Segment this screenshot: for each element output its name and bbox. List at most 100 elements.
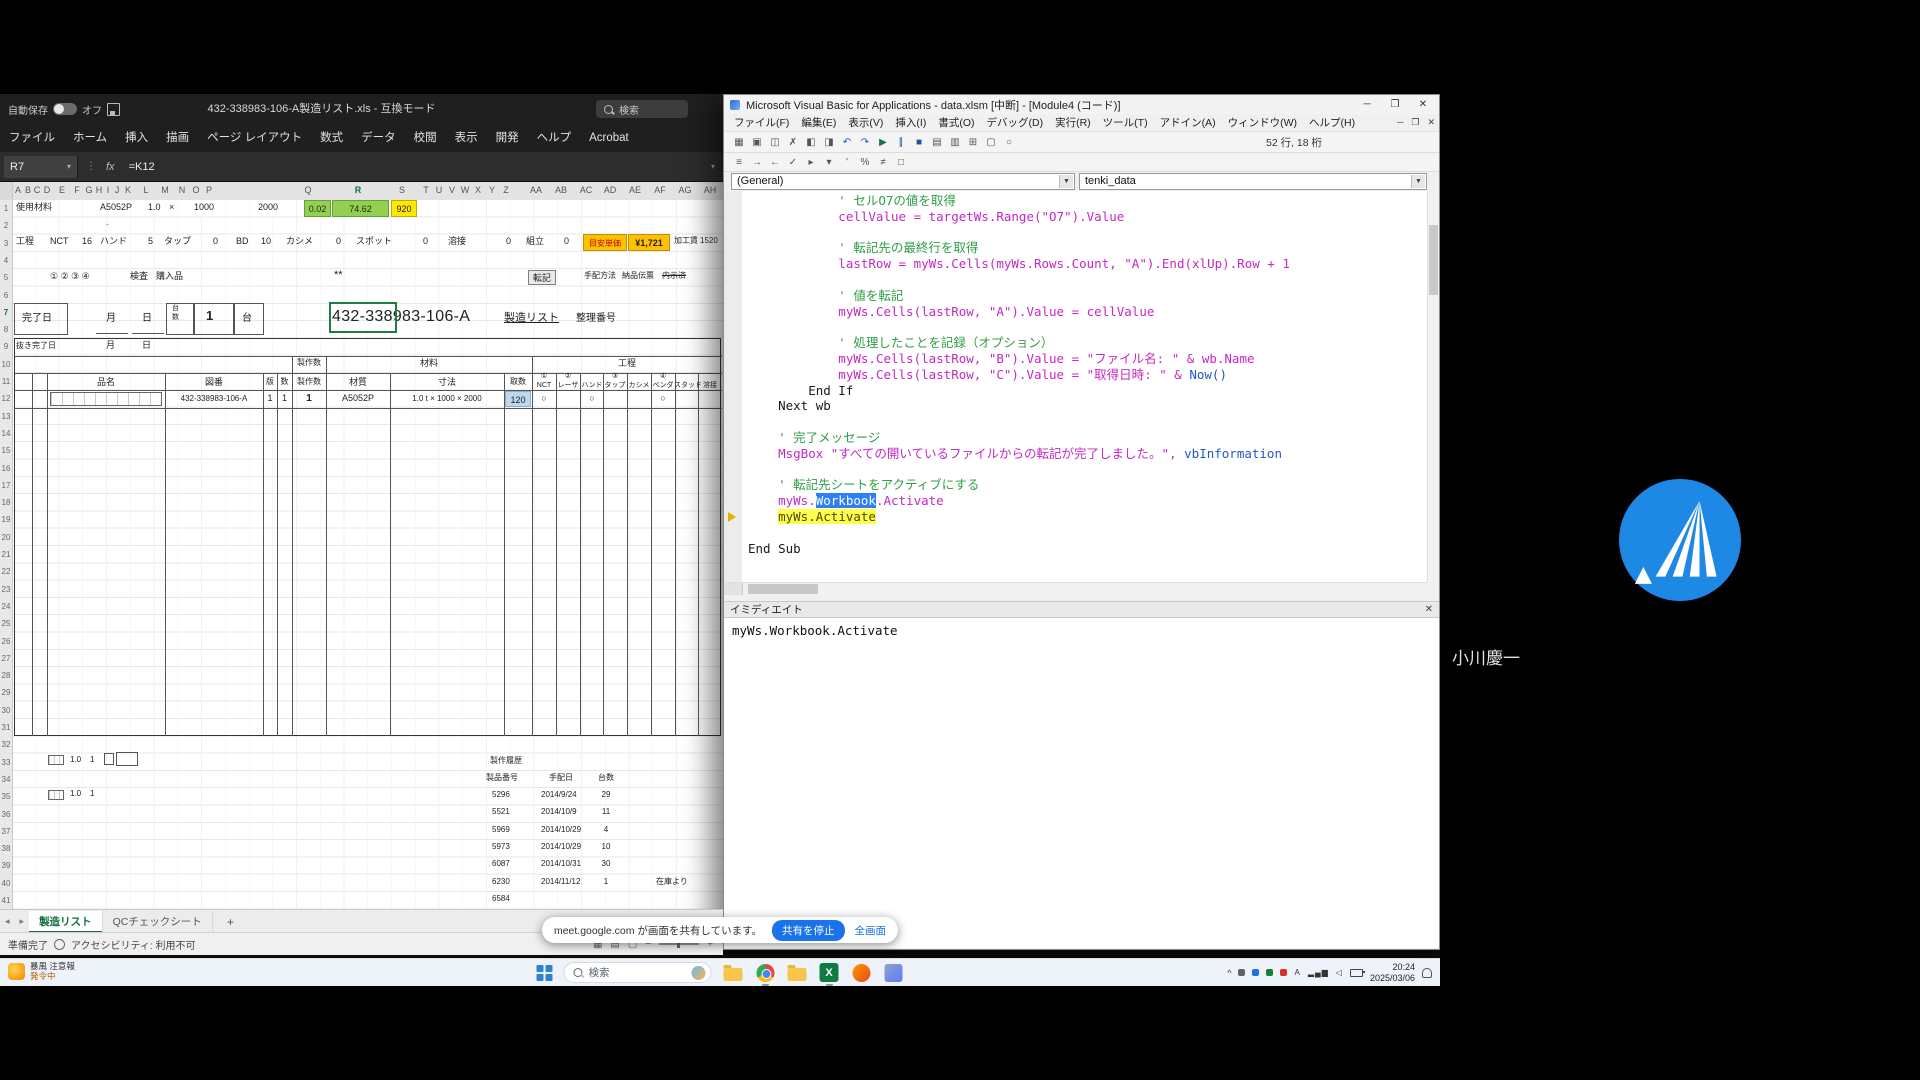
name-box[interactable]: R7 ▾ — [4, 156, 78, 178]
toolbar-icon[interactable]: ▶ — [874, 134, 892, 150]
column-header-D[interactable]: D — [44, 185, 51, 195]
clock[interactable]: 20:24 2025/03/06 — [1370, 962, 1415, 983]
column-header-M[interactable]: M — [161, 185, 169, 195]
code-line[interactable]: myWs.Cells(lastRow, "B").Value = "ファイル名:… — [748, 351, 1427, 367]
code-line[interactable] — [748, 319, 1427, 335]
grid-cell[interactable]: 台 — [242, 312, 252, 325]
grid-cell[interactable]: 月 — [106, 340, 115, 351]
code-line[interactable]: ' 値を転記 — [748, 288, 1427, 304]
grid-cell[interactable]: 寸法 — [390, 377, 504, 388]
grid-cell[interactable]: 1 — [263, 393, 277, 404]
grid-cell[interactable]: BD — [236, 236, 249, 247]
code-line[interactable]: myWs.Cells(lastRow, "C").Value = "取得日時: … — [748, 367, 1427, 383]
grid-cell[interactable]: 2000 — [258, 202, 278, 213]
row-header-14[interactable]: 14 — [0, 425, 12, 442]
grid-cell[interactable]: 台数 — [598, 773, 614, 783]
column-header-AF[interactable]: AF — [654, 185, 666, 195]
grid-cell[interactable]: 在庫より — [656, 877, 688, 887]
toolbar-icon[interactable]: ○ — [1000, 134, 1018, 150]
code-line[interactable]: cellValue = targetWs.Range("O7").Value — [748, 209, 1427, 225]
row-header-13[interactable]: 13 — [0, 408, 12, 425]
file-explorer-icon[interactable] — [723, 962, 744, 983]
grid-cell[interactable]: 2014/10/29 — [541, 825, 581, 835]
menu-ヘルプ(H)[interactable]: ヘルプ(H) — [1303, 115, 1361, 130]
grid-cell[interactable]: 加工賃 — [674, 236, 698, 246]
row-header-6[interactable]: 6 — [0, 287, 12, 304]
grid-cell[interactable]: 手配日 — [549, 773, 573, 783]
column-header-O[interactable]: O — [192, 185, 199, 195]
sheet-nav-right-icon[interactable]: ▸ — [15, 916, 30, 927]
grid-cell[interactable]: A5052P — [100, 202, 132, 213]
column-header-N[interactable]: N — [179, 185, 186, 195]
toolbar-icon[interactable]: ↷ — [856, 134, 874, 150]
grid-cell[interactable]: スポット — [356, 236, 392, 247]
column-header-AB[interactable]: AB — [555, 185, 567, 195]
grid-cell[interactable]: 1520 — [700, 236, 718, 246]
minimize-icon[interactable]: ─ — [1353, 95, 1381, 113]
code-horizontal-scrollbar[interactable] — [724, 582, 1427, 595]
part-thumbnail[interactable] — [48, 790, 64, 800]
grid-cell[interactable]: スタッド — [674, 382, 698, 390]
code-line[interactable]: ' 転記先の最終行を取得 — [748, 240, 1427, 256]
toolbar-icon[interactable]: ≡ — [730, 154, 748, 170]
grid-cell[interactable]: 920 — [391, 200, 417, 217]
grid-cell[interactable]: 0.02 — [304, 200, 331, 217]
column-header-C[interactable]: C — [34, 185, 41, 195]
toolbar-icon[interactable]: ≠ — [874, 154, 892, 170]
toolbar-icon[interactable]: ⊞ — [964, 134, 982, 150]
ribbon-tab-挿入[interactable]: 挿入 — [116, 124, 157, 152]
row-header-34[interactable]: 34 — [0, 771, 12, 788]
row-header-41[interactable]: 41 — [0, 892, 12, 909]
menu-デバッグ(D)[interactable]: デバッグ(D) — [981, 115, 1050, 130]
grid-cell[interactable]: 0 — [423, 236, 428, 247]
grid-cell[interactable]: 1 — [206, 308, 213, 323]
grid-cell[interactable]: 1.0 — [148, 202, 161, 213]
row-header-35[interactable]: 35 — [0, 788, 12, 805]
grid-cell[interactable]: 1000 — [194, 202, 214, 213]
grid-cell[interactable]: 11 — [594, 807, 618, 817]
column-header-K[interactable]: K — [125, 185, 131, 195]
menu-書式(O)[interactable]: 書式(O) — [932, 115, 980, 130]
column-header-J[interactable]: J — [115, 185, 120, 195]
toolbar-icon[interactable]: ▥ — [946, 134, 964, 150]
grid-cell[interactable]: 数 — [277, 377, 292, 387]
grid-cell[interactable]: 30 — [594, 859, 618, 869]
grid-cell[interactable]: 10 — [261, 236, 271, 247]
row-header-22[interactable]: 22 — [0, 563, 12, 580]
code-line[interactable]: ' 完了メッセージ — [748, 430, 1427, 446]
toolbar-icon[interactable]: ' — [838, 154, 856, 170]
grid-cell[interactable]: 29 — [594, 790, 618, 800]
ribbon-tab-校閲[interactable]: 校閲 — [405, 124, 446, 152]
toolbar-icon[interactable]: ▣ — [748, 134, 766, 150]
tenki-button[interactable]: 転記 — [528, 270, 556, 285]
row-header-36[interactable]: 36 — [0, 806, 12, 823]
ribbon-tab-数式[interactable]: 数式 — [311, 124, 352, 152]
column-header-AC[interactable]: AC — [580, 185, 593, 195]
toolbar-icon[interactable]: ← — [766, 154, 784, 170]
tray-icon[interactable] — [1252, 969, 1259, 976]
column-header-AH[interactable]: AH — [704, 185, 717, 195]
column-header-AA[interactable]: AA — [530, 185, 542, 195]
row-header-1[interactable]: 1 — [0, 200, 12, 217]
column-header-V[interactable]: V — [449, 185, 455, 195]
tray-icon[interactable] — [1266, 969, 1273, 976]
formula-input[interactable]: =K12 — [129, 161, 711, 173]
ime-indicator[interactable]: A — [1294, 968, 1300, 977]
menu-実行(R)[interactable]: 実行(R) — [1049, 115, 1097, 130]
toolbar-icon[interactable]: ▾ — [820, 154, 838, 170]
worksheet-grid[interactable] — [12, 200, 723, 909]
grid-cell[interactable]: 0 — [506, 236, 511, 247]
row-header-12[interactable]: 12 — [0, 390, 12, 407]
start-button[interactable] — [537, 965, 553, 981]
column-header-P[interactable]: P — [206, 185, 212, 195]
part-thumbnail[interactable] — [50, 392, 162, 406]
row-header-26[interactable]: 26 — [0, 633, 12, 650]
grid-cell[interactable]: 溶接 — [698, 382, 722, 390]
code-line[interactable]: ' 転記先シートをアクティブにする — [748, 477, 1427, 493]
grid-cell[interactable]: レーザ — [556, 382, 580, 390]
grid-cell[interactable]: 製作履歴 — [490, 756, 522, 766]
toolbar-icon[interactable]: ▢ — [982, 134, 1000, 150]
excel-taskbar-icon[interactable]: X — [819, 962, 840, 983]
row-header-17[interactable]: 17 — [0, 477, 12, 494]
toolbar-icon[interactable]: → — [748, 154, 766, 170]
